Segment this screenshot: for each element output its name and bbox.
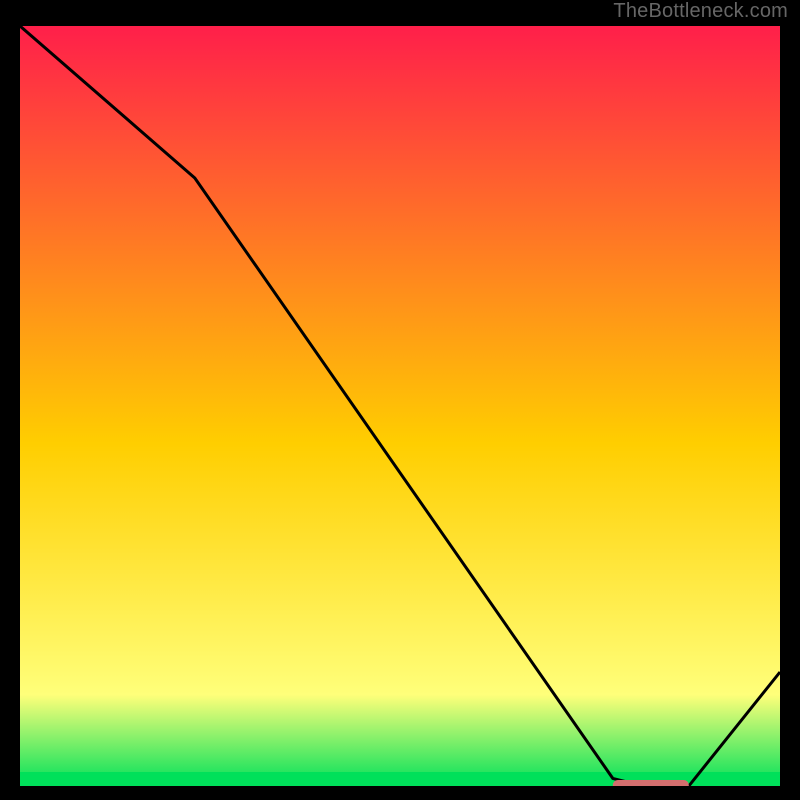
chart-root: TheBottleneck.com: [0, 0, 800, 800]
optimal-marker: [613, 780, 689, 786]
gradient-background: [20, 26, 780, 786]
plot-svg: [20, 26, 780, 786]
plot-area: [20, 26, 780, 786]
attribution-text: TheBottleneck.com: [613, 0, 788, 23]
